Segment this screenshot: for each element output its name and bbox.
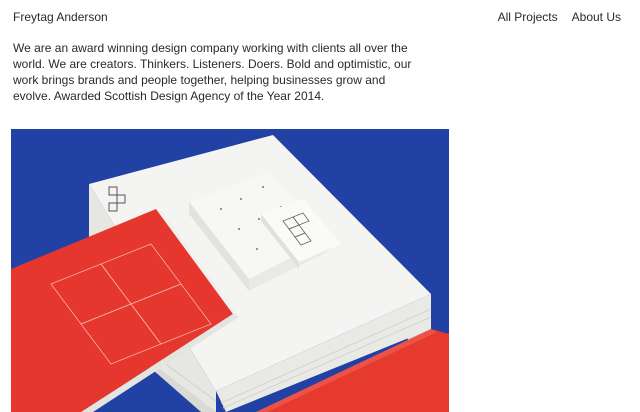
hero-project-image[interactable] (11, 129, 449, 412)
brand-logo-link[interactable]: Freytag Anderson (13, 10, 108, 24)
nav-about-us[interactable]: About Us (572, 10, 621, 24)
nav-all-projects[interactable]: All Projects (498, 10, 558, 24)
intro-paragraph: We are an award winning design company w… (13, 41, 412, 103)
top-nav: All Projects About Us (498, 10, 621, 24)
